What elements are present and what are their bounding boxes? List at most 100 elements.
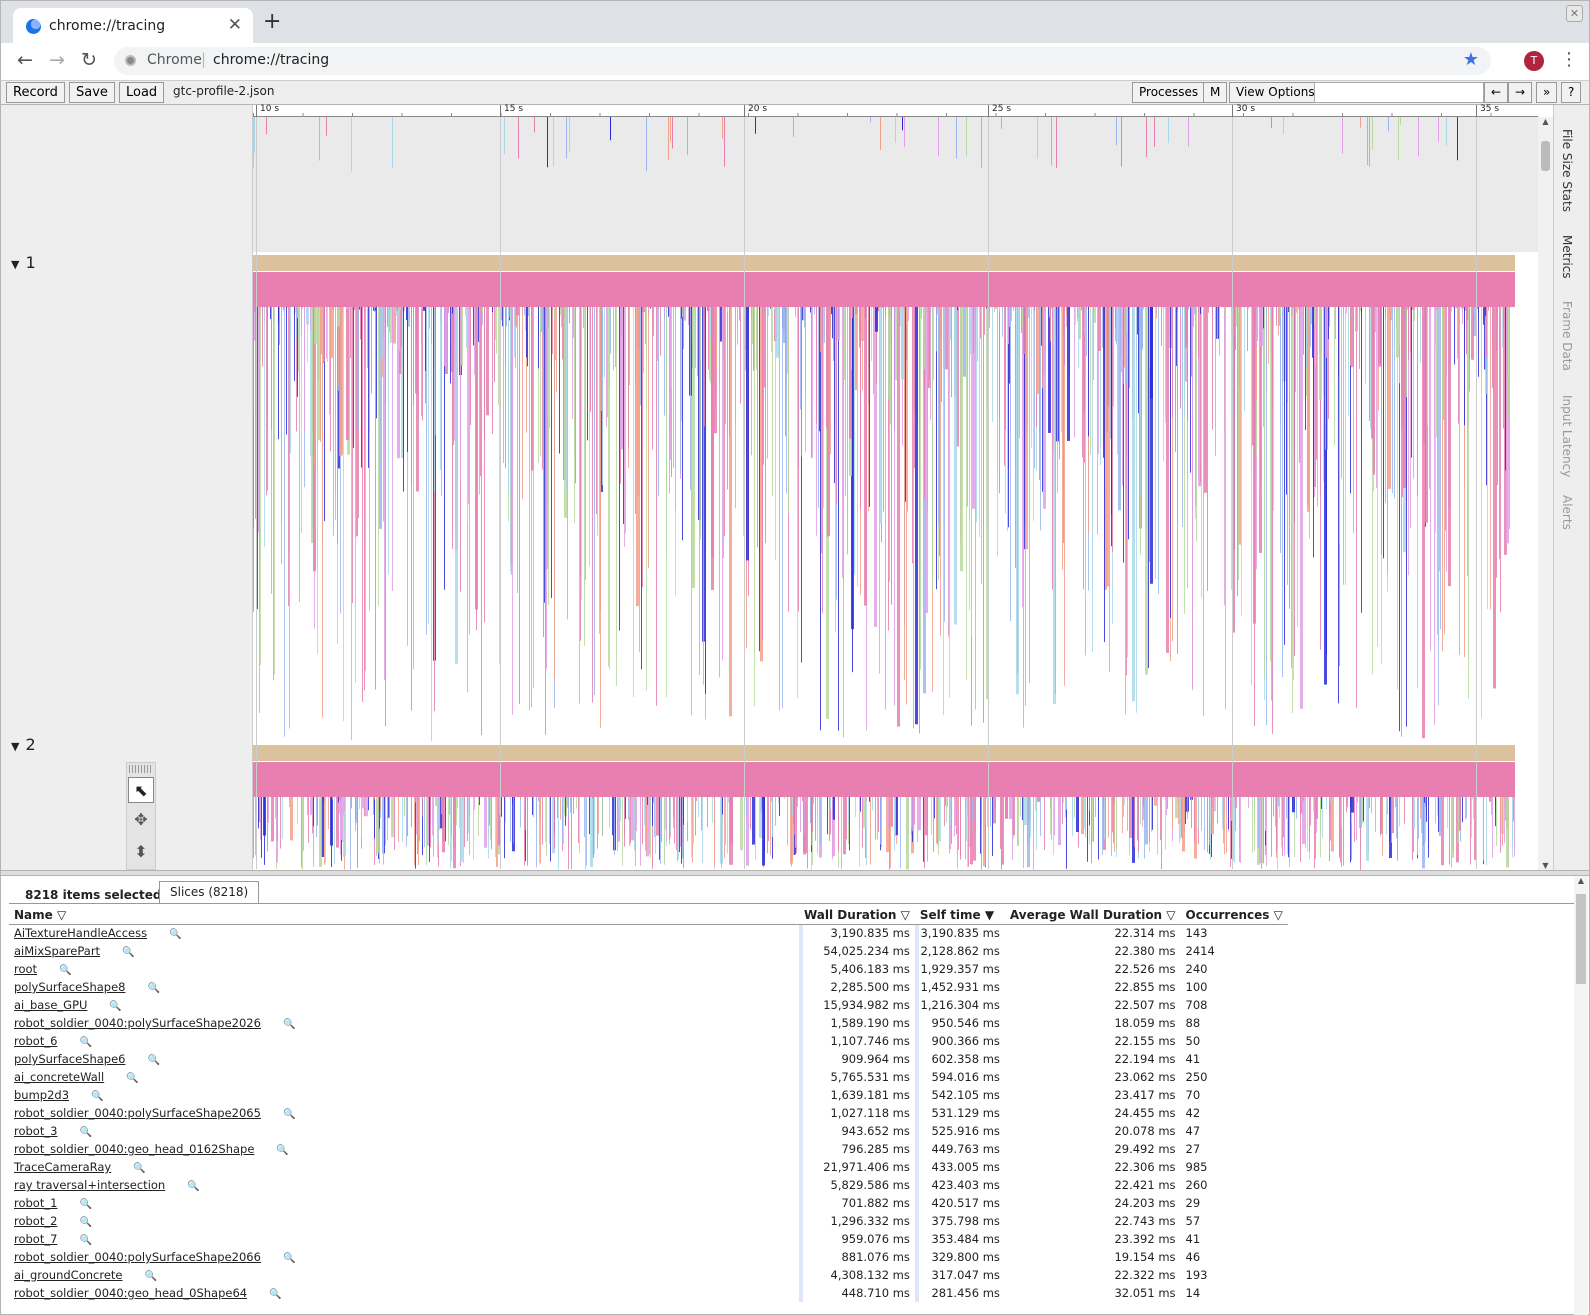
counter-canvas[interactable] [253,117,1515,252]
new-tab-icon[interactable]: + [263,11,281,33]
slice-name-link[interactable]: AiTextureHandleAccess 🔍 [9,924,799,942]
slice-name-link[interactable]: root [14,962,37,976]
sort-icon[interactable]: ▽ [1166,908,1175,922]
table-row[interactable]: robot_3 🔍 943.652 ms 525.916 ms 20.078 ms 47 [9,1122,1288,1140]
zoom-mode-icon[interactable]: ⬍ [128,839,154,865]
view-options-button[interactable]: View Options [1229,82,1322,103]
slice-name-link[interactable]: polySurfaceShape6 🔍 [9,1050,799,1068]
slice-name-link[interactable]: robot_3 [14,1124,57,1138]
prev-result-button[interactable]: ← [1484,82,1509,103]
slice-name-link[interactable]: polySurfaceShape8 🔍 [9,978,799,996]
process-header-1[interactable]: ▼ 1 [11,253,36,272]
expand-button[interactable]: » [1536,82,1558,103]
slice-name-link[interactable]: bump2d3 [14,1088,69,1102]
sort-icon[interactable]: ▽ [901,908,910,922]
slice-name-link[interactable]: robot_7 [14,1232,57,1246]
table-row[interactable]: root 🔍 5,406.183 ms 1,929.357 ms 22.526 ms 24… [9,960,1288,978]
column-header-occurrences[interactable]: Occurrences ▽ [1180,906,1288,925]
sort-icon[interactable]: ▼ [985,908,994,922]
side-tab-metrics[interactable]: Metrics [1560,235,1574,279]
table-row[interactable]: ai_groundConcrete 🔍 4,308.132 ms 317.047 ms… [9,1266,1288,1284]
process-header-2[interactable]: ▼ 2 [11,735,36,754]
table-row[interactable]: robot_soldier_0040:geo_head_0162Shape 🔍 79… [9,1140,1288,1158]
slice-name-link[interactable]: robot_1 🔍 [9,1194,799,1212]
slice-name-link[interactable]: robot_soldier_0040:polySurfaceShape2066 🔍 [9,1248,799,1266]
magnify-icon[interactable]: 🔍 [187,1181,199,1192]
table-row[interactable]: ai_base_GPU 🔍 15,934.982 ms 1,216.304 ms 22.… [9,996,1288,1014]
processes-button[interactable]: Processes [1132,82,1206,103]
magnify-icon[interactable]: 🔍 [79,1037,91,1048]
slice-name-link[interactable]: robot_soldier_0040:geo_head_0Shape64 [14,1286,247,1300]
table-row[interactable]: polySurfaceShape6 🔍 909.964 ms 602.358 ms 22… [9,1050,1288,1068]
magnify-icon[interactable]: 🔍 [145,1271,157,1282]
table-row[interactable]: TraceCameraRay 🔍 21,971.406 ms 433.005 ms 22… [9,1158,1288,1176]
table-row[interactable]: robot_soldier_0040:polySurfaceShape2026 🔍… [9,1014,1288,1032]
help-button[interactable]: ? [1561,82,1582,103]
column-header-self-time[interactable]: Self time ▼ [914,906,1005,925]
side-tab-alerts[interactable]: Alerts [1560,495,1574,530]
magnify-icon[interactable]: 🔍 [91,1091,103,1102]
slice-name-link[interactable]: robot_1 [14,1196,57,1210]
magnify-icon[interactable]: 🔍 [79,1199,91,1210]
tab-close-icon[interactable]: ✕ [228,15,242,35]
column-header-name[interactable]: Name ▽ [9,906,799,925]
column-header-avg-wall-duration[interactable]: Average Wall Duration ▽ [1004,906,1181,925]
slice-name-link[interactable]: polySurfaceShape6 [14,1052,125,1066]
magnify-icon[interactable]: 🔍 [147,1055,159,1066]
timeline-scrollbar[interactable]: ▲ ▼ [1538,117,1553,870]
selection-mode-icon[interactable]: ⬉ [128,777,154,803]
process-2-tracks[interactable] [253,745,1538,870]
magnify-icon[interactable]: 🔍 [169,929,181,940]
slice-canvas[interactable] [253,255,1515,745]
metadata-button[interactable]: M [1203,82,1228,103]
slice-name-link[interactable]: robot_2 [14,1214,57,1228]
table-scrollbar[interactable]: ▲ [1574,876,1588,1315]
forward-icon[interactable]: → [49,49,65,71]
slice-name-link[interactable]: robot_6 [14,1034,57,1048]
scroll-up-icon[interactable]: ▲ [1538,117,1553,126]
magnify-icon[interactable]: 🔍 [283,1253,295,1264]
sort-icon[interactable]: ▽ [1274,908,1283,922]
sort-icon[interactable]: ▽ [57,908,66,922]
slice-name-link[interactable]: ai_base_GPU [14,998,87,1012]
slice-name-link[interactable]: ai_concreteWall 🔍 [9,1068,799,1086]
magnify-icon[interactable]: 🔍 [79,1217,91,1228]
table-row[interactable]: robot_7 🔍 959.076 ms 353.484 ms 23.392 ms 41 [9,1230,1288,1248]
slice-name-link[interactable]: robot_soldier_0040:polySurfaceShape2026 [14,1016,261,1030]
table-row[interactable]: aiMixSparePart 🔍 54,025.234 ms 2,128.862 ms… [9,942,1288,960]
slice-name-link[interactable]: polySurfaceShape8 [14,980,125,994]
browser-menu-icon[interactable]: ⋮ [1560,49,1578,71]
slice-name-link[interactable]: root 🔍 [9,960,799,978]
magnify-icon[interactable]: 🔍 [122,947,134,958]
next-result-button[interactable]: → [1508,82,1533,103]
slice-name-link[interactable]: ai_base_GPU 🔍 [9,996,799,1014]
bookmark-star-icon[interactable]: ★ [1463,49,1479,70]
scroll-down-icon[interactable]: ▼ [1538,861,1553,870]
magnify-icon[interactable]: 🔍 [109,1001,121,1012]
table-row[interactable]: AiTextureHandleAccess 🔍 3,190.835 ms 3,190.… [9,924,1288,942]
slice-name-link[interactable]: robot_soldier_0040:polySurfaceShape2026 🔍 [9,1014,799,1032]
table-row[interactable]: bump2d3 🔍 1,639.181 ms 542.105 ms 23.417 ms 7… [9,1086,1288,1104]
slice-name-link[interactable]: robot_soldier_0040:geo_head_0162Shape 🔍 [9,1140,799,1158]
slice-name-link[interactable]: TraceCameraRay 🔍 [9,1158,799,1176]
slice-name-link[interactable]: robot_3 🔍 [9,1122,799,1140]
collapse-triangle-icon[interactable]: ▼ [11,740,19,753]
slice-name-link[interactable]: robot_soldier_0040:geo_head_0Shape64 🔍 [9,1284,799,1302]
slice-name-link[interactable]: robot_soldier_0040:geo_head_0162Shape [14,1142,254,1156]
table-row[interactable]: polySurfaceShape8 🔍 2,285.500 ms 1,452.931 … [9,978,1288,996]
slice-name-link[interactable]: ray traversal+intersection 🔍 [9,1176,799,1194]
record-button[interactable]: Record [6,82,65,103]
table-row[interactable]: robot_2 🔍 1,296.332 ms 375.798 ms 22.743 ms 5… [9,1212,1288,1230]
magnify-icon[interactable]: 🔍 [276,1145,288,1156]
slice-name-link[interactable]: robot_7 🔍 [9,1230,799,1248]
slice-name-link[interactable]: ai_groundConcrete [14,1268,123,1282]
profile-avatar[interactable]: T [1524,51,1544,71]
slice-canvas[interactable] [253,745,1515,870]
back-icon[interactable]: ← [17,49,33,71]
magnify-icon[interactable]: 🔍 [133,1163,145,1174]
collapse-triangle-icon[interactable]: ▼ [11,258,19,271]
magnify-icon[interactable]: 🔍 [269,1289,281,1300]
slice-name-link[interactable]: TraceCameraRay [14,1160,111,1174]
slice-name-link[interactable]: ai_groundConcrete 🔍 [9,1266,799,1284]
magnify-icon[interactable]: 🔍 [79,1235,91,1246]
